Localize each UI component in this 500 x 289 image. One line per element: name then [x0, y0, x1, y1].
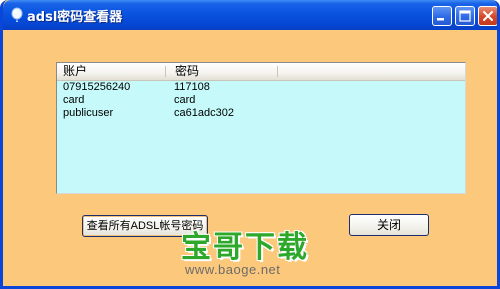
list-rows: 07915256240 117108 card card publicuser …	[57, 81, 465, 120]
title-bar[interactable]: adsl密码查看器	[3, 0, 497, 30]
account-cell: 07915256240	[63, 81, 131, 93]
list-item[interactable]: 07915256240 117108	[57, 81, 465, 94]
account-cell: card	[63, 94, 85, 106]
watermark-url: www.baoge.net	[185, 262, 281, 277]
close-icon	[483, 11, 493, 21]
site-watermark: 宝哥下载 www.baoge.net	[173, 222, 343, 284]
password-cell: 117108	[174, 81, 210, 93]
maximize-button[interactable]	[455, 6, 475, 26]
column-header-password[interactable]: 密码	[169, 63, 277, 80]
column-divider[interactable]	[277, 66, 278, 77]
watermark-brand: 宝哥下载	[181, 230, 309, 265]
minimize-icon	[437, 18, 444, 21]
close-window-button[interactable]	[478, 6, 497, 26]
close-button[interactable]: 关闭	[349, 214, 429, 236]
account-list[interactable]: 账户 密码 07915256240 117108 card card publi…	[56, 62, 466, 194]
account-cell: publicuser	[63, 107, 114, 119]
app-window: adsl密码查看器 账户 密码 07915256240 117108 card …	[0, 0, 500, 289]
balloon-icon[interactable]	[9, 7, 25, 23]
list-header: 账户 密码	[57, 63, 465, 81]
column-header-account[interactable]: 账户	[57, 63, 165, 80]
window-title: adsl密码查看器	[27, 10, 123, 25]
column-divider[interactable]	[165, 66, 166, 77]
minimize-button[interactable]	[432, 6, 452, 26]
password-cell: ca61adc302	[174, 107, 234, 119]
maximize-icon	[459, 10, 471, 22]
list-item[interactable]: publicuser ca61adc302	[57, 107, 465, 120]
password-cell: card	[174, 94, 196, 106]
list-item[interactable]: card card	[57, 94, 465, 107]
